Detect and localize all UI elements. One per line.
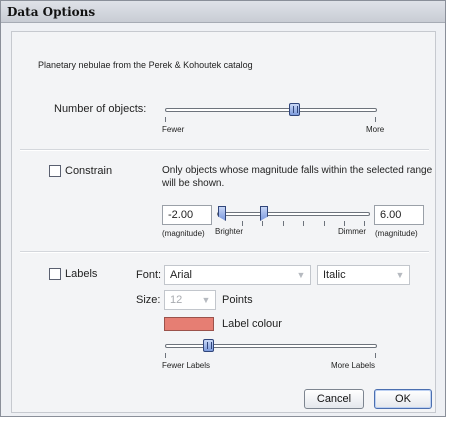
catalog-description: Planetary nebulae from the Perek & Kohou… (38, 60, 253, 70)
magnitude-max-handle[interactable] (260, 206, 268, 221)
brighter-label: Brighter (215, 227, 244, 236)
font-select[interactable]: Arial ▼ (164, 265, 311, 285)
objects-slider-thumb[interactable] (289, 103, 300, 116)
labels-checkbox[interactable] (49, 268, 61, 280)
constrain-help-line2: will be shown. (162, 178, 225, 189)
magnitude-tick (242, 221, 243, 226)
magnitude-tick (283, 221, 284, 226)
objects-slider-track[interactable] (165, 108, 377, 112)
title-bar[interactable]: Data Options (1, 1, 445, 23)
fewer-labels-label: Fewer Labels (162, 361, 211, 370)
constrain-label: Constrain (65, 165, 113, 177)
magnitude-slider-track[interactable] (217, 212, 370, 216)
font-style-select[interactable]: Italic ▼ (317, 265, 410, 285)
magnitude-tick (303, 221, 304, 226)
font-style-value: Italic (323, 269, 346, 281)
dialog-title: Data Options (7, 5, 96, 19)
labels-slider-track[interactable] (165, 344, 377, 348)
magnitude-tick (262, 221, 263, 226)
label-colour-label: Label colour (222, 318, 282, 330)
magnitude-max-input[interactable]: 6.00 (374, 205, 424, 225)
number-of-objects-label: Number of objects: (54, 103, 147, 115)
more-labels-label: More Labels (331, 361, 376, 370)
options-panel: Planetary nebulae from the Perek & Kohou… (11, 31, 436, 413)
magnitude-tick (364, 221, 365, 226)
cancel-button[interactable]: Cancel (304, 389, 364, 409)
labels-slider-thumb[interactable] (203, 339, 214, 352)
labels-label: Labels (65, 268, 98, 280)
font-label: Font: (136, 269, 162, 281)
data-options-dialog: Data Options Planetary nebulae from the … (0, 0, 446, 417)
objects-more-label: More (366, 125, 385, 134)
magnitude-min-input[interactable]: -2.00 (162, 205, 212, 225)
magnitude-min-handle[interactable] (218, 206, 226, 221)
ok-button[interactable]: OK (374, 389, 432, 409)
chevron-down-icon: ▼ (296, 270, 306, 280)
font-select-value: Arial (170, 269, 193, 281)
chevron-down-icon: ▼ (201, 295, 211, 305)
label-colour-swatch[interactable] (164, 317, 214, 331)
size-select-value: 12 (170, 294, 183, 306)
constrain-help-line1: Only objects whose magnitude falls withi… (162, 165, 433, 176)
objects-fewer-label: Fewer (162, 125, 185, 134)
size-label: Size: (136, 294, 161, 306)
objects-tick-min (165, 117, 166, 122)
magnitude-tick (324, 221, 325, 226)
magnitude-min-unit: (magnitude) (162, 229, 205, 238)
dimmer-label: Dimmer (338, 227, 366, 236)
constrain-checkbox[interactable] (49, 165, 61, 177)
size-select[interactable]: 12 ▼ (164, 290, 216, 310)
magnitude-max-unit: (magnitude) (375, 229, 418, 238)
size-unit-label: Points (222, 294, 253, 306)
chevron-down-icon: ▼ (395, 270, 405, 280)
separator-2 (20, 251, 429, 253)
separator-1 (20, 149, 429, 151)
labels-tick-max (375, 353, 376, 358)
labels-tick-min (165, 353, 166, 358)
objects-tick-max (375, 117, 376, 122)
magnitude-tick (344, 221, 345, 226)
